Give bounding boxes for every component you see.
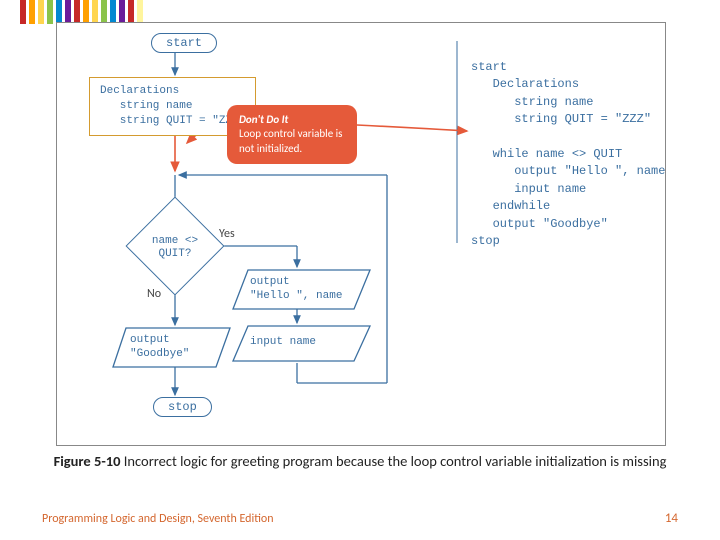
io-input-name-text: input name	[250, 336, 316, 350]
decorative-stripe	[65, 0, 71, 24]
slide-top-stripes	[20, 0, 220, 24]
io-input-name: input name	[232, 325, 362, 361]
decorative-stripe	[74, 0, 80, 24]
decision-text: name <> QUIT?	[140, 235, 210, 261]
terminator-stop: stop	[153, 397, 212, 417]
caption-bold: Figure 5-10	[54, 452, 121, 470]
dont-do-it-callout: Don't Do It Loop control variable is not…	[227, 105, 357, 164]
decorative-stripe	[101, 0, 107, 24]
callout-body: Loop control variable is not initialized…	[239, 127, 342, 154]
io-output-hello: output "Hello ", name	[232, 269, 362, 309]
footer-book-title: Programming Logic and Design, Seventh Ed…	[42, 512, 274, 526]
figure-caption: Figure 5-10 Incorrect logic for greeting…	[0, 452, 720, 472]
io-output-goodbye: output "Goodbye"	[112, 327, 227, 367]
pseudocode-panel: start Declarations string name string QU…	[471, 59, 665, 250]
decorative-stripe	[92, 0, 98, 24]
io-output-hello-text: output "Hello ", name	[250, 276, 342, 304]
footer-page-number: 14	[665, 511, 678, 526]
decorative-stripe	[119, 0, 125, 24]
decorative-stripe	[56, 0, 62, 24]
decorative-stripe	[20, 0, 26, 24]
figure-frame: start Declarations string name string QU…	[56, 22, 666, 446]
terminator-start: start	[151, 33, 217, 53]
callout-title: Don't Do It	[239, 113, 288, 126]
caption-rest: Incorrect logic for greeting program bec…	[121, 452, 667, 470]
decorative-stripe	[47, 0, 53, 24]
decorative-stripe	[83, 0, 89, 24]
decorative-stripe	[128, 0, 134, 24]
decorative-stripe	[110, 0, 116, 24]
io-output-goodbye-text: output "Goodbye"	[130, 334, 189, 362]
edge-label-yes: Yes	[219, 227, 235, 241]
decorative-stripe	[38, 0, 44, 24]
decorative-stripe	[29, 0, 35, 24]
decorative-stripe	[137, 0, 143, 24]
edge-label-no: No	[147, 287, 161, 301]
